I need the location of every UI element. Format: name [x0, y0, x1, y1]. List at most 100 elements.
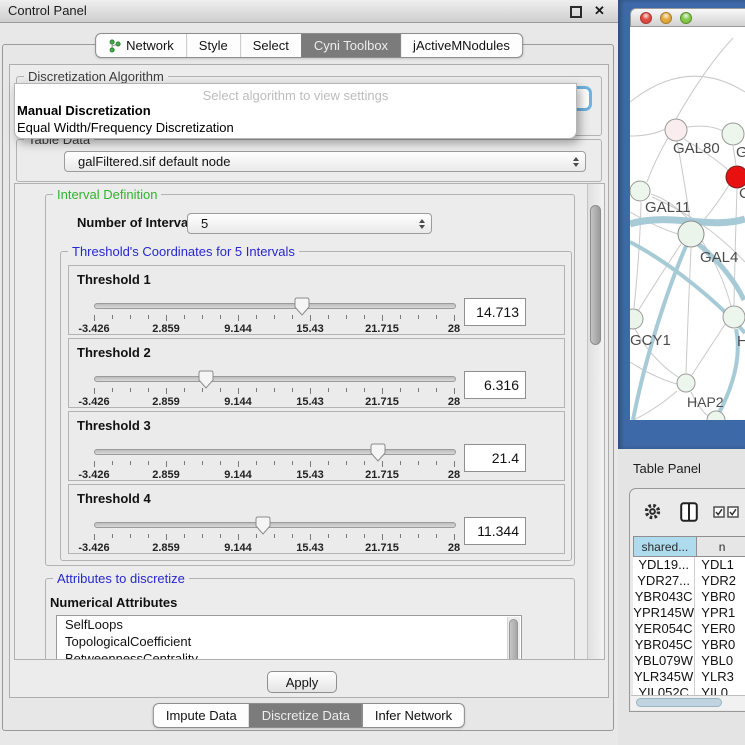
threshold-value-input[interactable]: [464, 444, 526, 472]
tick-mark: [274, 461, 275, 465]
table-cell: YDR27...: [633, 573, 695, 589]
close-icon[interactable]: ✕: [594, 5, 606, 17]
slider-track[interactable]: [94, 449, 456, 455]
apply-button[interactable]: Apply: [267, 671, 337, 693]
tick-mark: [94, 388, 95, 394]
tick-mark: [184, 534, 185, 538]
table-column-header[interactable]: n: [697, 536, 745, 557]
tick-mark: [94, 315, 95, 321]
tick-label: 9.144: [224, 396, 252, 408]
threshold-value-input[interactable]: [464, 298, 526, 326]
algorithm-option[interactable]: Manual Discretization: [17, 103, 151, 118]
table-cell: YDR2: [695, 573, 745, 589]
tick-mark: [256, 315, 257, 319]
threshold-slider[interactable]: -3.4262.8599.14415.4321.71528: [94, 369, 456, 407]
table-row[interactable]: YPR145WYPR1: [633, 605, 745, 621]
table-row[interactable]: YBL079WYBL0: [633, 653, 745, 669]
tick-mark: [310, 461, 311, 467]
network-node[interactable]: [678, 221, 704, 247]
node-table: shared...n YDL19...YDL1YDR27...YDR2YBR04…: [633, 536, 745, 701]
table-row[interactable]: YDL19...YDL1: [633, 557, 745, 573]
table-row[interactable]: YDR27...YDR2: [633, 573, 745, 589]
threshold-label: Threshold 1: [77, 272, 151, 287]
slider-thumb[interactable]: [255, 516, 271, 535]
table-row[interactable]: YBR045CYBR0: [633, 637, 745, 653]
network-node[interactable]: [723, 306, 745, 328]
num-intervals-label: Number of Intervals: [77, 215, 199, 230]
tab-infer-network[interactable]: Infer Network: [362, 704, 464, 727]
network-node[interactable]: [722, 123, 744, 145]
thresholds-group: Threshold's Coordinates for 5 Intervals …: [60, 251, 572, 561]
node-label: GAL4: [700, 249, 738, 266]
table-hscrollbar-thumb[interactable]: [636, 698, 722, 707]
split-columns-icon[interactable]: [680, 502, 698, 522]
table-row[interactable]: YLR345WYLR3: [633, 669, 745, 685]
tab-jactivemnodules[interactable]: jActiveMNodules: [400, 34, 522, 57]
algorithm-option[interactable]: Equal Width/Frequency Discretization: [17, 120, 234, 135]
close-traffic-light[interactable]: [640, 12, 652, 24]
network-node[interactable]: [630, 181, 650, 201]
threshold-slider[interactable]: -3.4262.8599.14415.4321.71528: [94, 442, 456, 480]
tab-network[interactable]: Network: [96, 34, 186, 57]
slider-thumb-icon: [370, 443, 386, 462]
gear-icon[interactable]: [643, 502, 662, 521]
tab-label: Discretize Data: [262, 708, 350, 723]
network-node[interactable]: [630, 309, 643, 329]
tab-cyni-toolbox[interactable]: Cyni Toolbox: [301, 34, 400, 57]
slider-thumb[interactable]: [294, 297, 310, 316]
slider-track[interactable]: [94, 376, 456, 382]
spinner-icon[interactable]: [573, 157, 579, 167]
network-node[interactable]: [677, 374, 695, 392]
tab-discretize-data[interactable]: Discretize Data: [249, 704, 362, 727]
tab-style[interactable]: Style: [186, 34, 240, 57]
network-window-titlebar[interactable]: [630, 8, 745, 27]
checkbox-icon[interactable]: [727, 506, 739, 518]
table-column-header[interactable]: shared...: [633, 536, 697, 557]
num-intervals-spinner[interactable]: 5: [187, 213, 432, 234]
slider-track[interactable]: [94, 303, 456, 309]
network-canvas[interactable]: GAL80GACGAL11GAL4GCY1HHAP2: [630, 27, 745, 420]
settings-scrollbar[interactable]: [587, 184, 604, 659]
tab-label: Style: [199, 38, 228, 53]
network-edge: [687, 126, 723, 131]
attributes-group: Attributes to discretize Numerical Attri…: [45, 578, 575, 660]
network-graph[interactable]: GAL80GACGAL11GAL4GCY1HHAP2: [630, 27, 745, 420]
slider-track[interactable]: [94, 522, 456, 528]
tab-impute-data[interactable]: Impute Data: [154, 704, 249, 727]
table-hscrollbar[interactable]: [631, 695, 745, 710]
network-node[interactable]: [665, 119, 687, 141]
threshold-value-input[interactable]: [464, 517, 526, 545]
threshold-slider[interactable]: -3.4262.8599.14415.4321.71528: [94, 296, 456, 334]
table-row[interactable]: YBR043CYBR0: [633, 589, 745, 605]
attribute-list-item[interactable]: BetweennessCentrality: [57, 650, 521, 660]
tick-mark: [238, 315, 239, 321]
tick-mark: [310, 388, 311, 394]
network-node[interactable]: [707, 411, 725, 420]
tab-select[interactable]: Select: [240, 34, 301, 57]
settings-scrollbar-thumb[interactable]: [590, 205, 601, 345]
screen: Control Panel ✕ Network Style SelectCyni T…: [0, 0, 745, 745]
zoom-traffic-light[interactable]: [680, 12, 692, 24]
tick-mark: [400, 315, 401, 319]
slider-thumb[interactable]: [370, 443, 386, 462]
minimize-traffic-light[interactable]: [660, 12, 672, 24]
threshold-slider[interactable]: -3.4262.8599.14415.4321.71528: [94, 515, 456, 553]
list-scrollbar-thumb[interactable]: [509, 619, 518, 660]
network-edge: [700, 185, 729, 224]
network-edge: [686, 248, 691, 373]
panel-title: Control Panel: [8, 0, 87, 22]
table-data-combobox[interactable]: galFiltered.sif default node: [64, 151, 586, 172]
slider-thumb[interactable]: [198, 370, 214, 389]
network-edge: [630, 76, 745, 102]
table-row[interactable]: YER054CYER0: [633, 621, 745, 637]
list-scrollbar[interactable]: [507, 617, 520, 660]
table-header-row: shared...n: [633, 536, 745, 557]
checkbox-icon[interactable]: [713, 506, 725, 518]
tick-label: 15.43: [296, 469, 324, 481]
attribute-list-item[interactable]: SelfLoops: [57, 616, 521, 633]
threshold-value-input[interactable]: [464, 371, 526, 399]
float-icon[interactable]: [570, 6, 582, 18]
table-cell: YDL19...: [633, 557, 695, 573]
attribute-list-item[interactable]: TopologicalCoefficient: [57, 633, 521, 650]
spinner-icon[interactable]: [419, 219, 425, 229]
